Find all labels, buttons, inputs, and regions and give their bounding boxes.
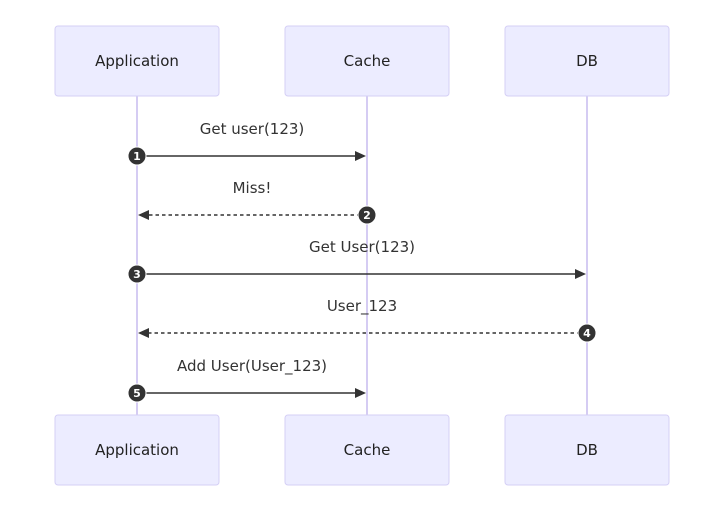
sequence-number: 3 xyxy=(127,264,147,284)
arrowhead-icon xyxy=(138,210,149,220)
arrowhead-icon xyxy=(355,388,366,398)
actor-app-top[interactable]: Application xyxy=(54,25,220,97)
actor-label: Application xyxy=(95,52,179,70)
message-5[interactable]: Add User(User_123) 5 xyxy=(127,357,366,403)
actor-db-top[interactable]: DB xyxy=(504,25,670,97)
sequence-number-text: 2 xyxy=(363,209,371,222)
message-2[interactable]: Miss! 2 xyxy=(138,179,377,225)
sequence-number-text: 5 xyxy=(133,387,141,400)
sequence-number-text: 1 xyxy=(133,150,141,163)
arrowhead-icon xyxy=(575,269,586,279)
actor-label: DB xyxy=(576,52,598,70)
actor-cache-top[interactable]: Cache xyxy=(284,25,450,97)
arrowhead-icon xyxy=(138,328,149,338)
message-3[interactable]: Get User(123) 3 xyxy=(127,238,586,284)
actor-label: DB xyxy=(576,441,598,459)
message-1[interactable]: Get user(123) 1 xyxy=(127,120,366,166)
actor-label: Application xyxy=(95,441,179,459)
actor-label: Cache xyxy=(344,52,391,70)
message-label: User_123 xyxy=(327,297,397,316)
sequence-number: 5 xyxy=(127,383,147,403)
message-label: Get User(123) xyxy=(309,238,415,256)
sequence-number: 4 xyxy=(577,323,597,343)
sequence-number-text: 4 xyxy=(583,327,591,340)
sequence-diagram: Application Application Cache Cache DB DB Get… xyxy=(54,25,670,486)
actor-cache-bottom[interactable]: Cache xyxy=(284,414,450,486)
sequence-number: 2 xyxy=(357,205,377,225)
actor-app-bottom[interactable]: Application xyxy=(54,414,220,486)
message-label: Add User(User_123) xyxy=(177,357,327,376)
arrowhead-icon xyxy=(355,151,366,161)
message-label: Miss! xyxy=(233,179,272,197)
actor-label: Cache xyxy=(344,441,391,459)
actor-db-bottom[interactable]: DB xyxy=(504,414,670,486)
sequence-number-text: 3 xyxy=(133,268,141,281)
sequence-number: 1 xyxy=(127,146,147,166)
message-label: Get user(123) xyxy=(200,120,305,138)
